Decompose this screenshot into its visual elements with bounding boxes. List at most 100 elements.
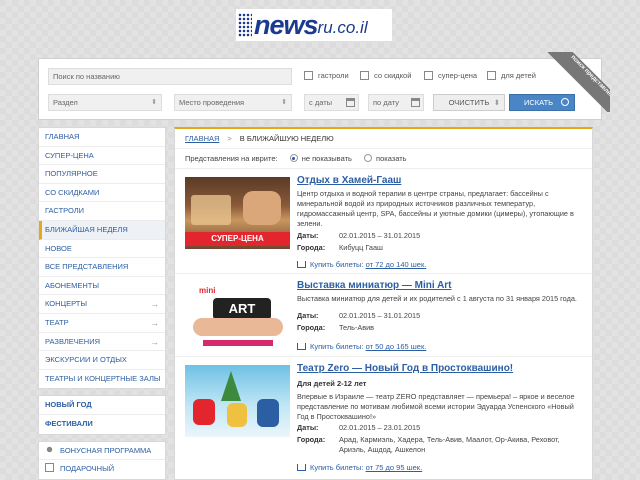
buy-tickets-link[interactable]: Купить билеты: от 50 до 165 шек. [297,342,426,351]
dates-label: Даты: [297,423,319,432]
search-name-placeholder: Поиск по названию [53,72,120,81]
main-content: ГЛАВНАЯ > В БЛИЖАЙШУЮ НЕДЕЛЮ Представления… [174,127,593,480]
sidebar-item-nearest-week[interactable]: Ближайшая неделя [39,220,165,240]
radio-unselected-icon[interactable] [364,154,373,162]
event-dates-row: Даты: 02.01.2015 – 23.01.2015 [297,423,587,433]
sidebar-item-excursions[interactable]: Экскурсии и отдых [39,351,165,370]
sidebar: Главная Супер-цена Популярное Со скидкам… [38,127,166,480]
breadcrumb-separator-icon: > [227,134,232,143]
checkbox-label: со скидкой [374,71,412,80]
sidebar-item-new[interactable]: Новое [39,240,165,259]
dates-label: Даты: [297,311,319,320]
corner-ribbon-text: поиск представлений [545,52,610,112]
city-label: Города: [297,435,326,444]
sidebar-nav-main: Главная Супер-цена Популярное Со скидкам… [38,127,166,390]
sidebar-item-label: Бонусная программа [60,445,152,455]
section-select[interactable]: Раздел ⬍ [48,94,162,111]
hebrew-option-show[interactable]: показать [364,154,407,163]
superprice-badge: СУПЕР-ЦЕНА [185,232,290,246]
thumb-mini-label: mini [199,286,216,295]
sidebar-item-new-year[interactable]: Новый год [39,396,165,415]
sidebar-item-festivals[interactable]: Фестивали [39,415,165,434]
thumb-art-label: ART [213,298,271,320]
thumb-hand-shape [193,318,283,336]
venue-select-label: Место проведения [179,98,245,107]
badge-label: СУПЕР-ЦЕНА [211,234,264,243]
event-thumbnail-prostokvashino[interactable] [185,365,290,437]
checkbox-box[interactable] [304,71,313,80]
sidebar-nav-special: Новый год Фестивали [38,395,166,435]
sidebar-item-label: Главная [45,132,80,141]
buy-label: Купить билеты: [310,260,364,269]
sidebar-item-label: Новое [45,243,72,253]
venue-select[interactable]: Место проведения ⬍ [174,94,292,111]
thumb-character-shape [193,399,215,425]
sidebar-item-superprice[interactable]: Супер-цена [39,147,165,166]
sidebar-item-popular[interactable]: Популярное [39,165,165,184]
buy-tickets-link[interactable]: Купить билеты: от 75 до 95 шек. [297,463,422,472]
clear-button[interactable]: ОЧИСТИТЬ ⬍ [433,94,505,111]
date-from-input[interactable]: с даты [304,94,359,111]
radio-label: не показывать [301,154,352,163]
sidebar-item-label: Все представления [45,262,129,272]
cart-icon [297,464,306,471]
logo-text: news [254,9,319,40]
sidebar-item-label: Подарочный сертификат [60,464,115,474]
buy-tickets-link[interactable]: Купить билеты: от 72 до 140 шек. [297,260,426,269]
price-range[interactable]: от 50 до 165 шек. [366,342,427,351]
event-title-link[interactable]: Театр Zero — Новый Год в Простоквашино! [297,363,513,374]
calendar-icon[interactable] [411,98,420,107]
sidebar-item-home[interactable]: Главная [39,128,165,147]
event-city: Тель-Авив [339,323,375,332]
event-dates-row: Даты: 02.01.2015 – 31.01.2015 [297,231,587,241]
sidebar-item-label: Фестивали [45,418,93,428]
sidebar-item-tours[interactable]: Гастроли [39,202,165,221]
dates-label: Даты: [297,231,319,240]
breadcrumb-current: В БЛИЖАЙШУЮ НЕДЕЛЮ [239,134,334,143]
event-subtitle: Для детей 2-12 лет [297,379,367,388]
search-corner-ribbon: поиск представлений [520,52,610,112]
site-logo[interactable]: news ru.co.il [236,9,392,41]
arrow-right-icon: → [150,299,159,310]
checkbox-tours[interactable]: гастроли [304,71,349,80]
event-title-link[interactable]: Выставка миниатюр — Mini Art [297,280,452,291]
cart-icon [297,261,306,268]
calendar-icon[interactable] [346,98,355,107]
search-panel: Поиск по названию гастроли со скидкой су… [38,58,602,120]
event-dates: 02.01.2015 – 31.01.2015 [339,231,421,240]
sidebar-item-all-shows[interactable]: Все представления [39,258,165,277]
thumb-character-shape [227,403,247,427]
sidebar-item-label: Концерты [45,299,87,309]
buy-label: Купить билеты: [310,342,364,351]
event-description: Центр отдыха и водной терапии в центре с… [297,189,574,228]
sidebar-item-theatre[interactable]: Театр → [39,314,165,333]
sidebar-item-bonus[interactable]: Бонусная программа [39,442,165,461]
event-title-link[interactable]: Отдых в Хамей-Гааш [297,175,401,186]
sidebar-item-discounts[interactable]: Со скидками [39,184,165,203]
checkbox-superprice[interactable]: супер-цена [424,71,477,80]
hebrew-filter-label: Представления на иврите: [185,154,278,163]
hebrew-option-hide[interactable]: не показывать [289,154,352,163]
price-range[interactable]: от 72 до 140 шек. [366,260,427,269]
sidebar-item-concerts[interactable]: Концерты → [39,295,165,314]
date-to-input[interactable]: по дату [368,94,424,111]
radio-selected-icon[interactable] [289,154,298,162]
checkbox-discount[interactable]: со скидкой [360,71,411,80]
sidebar-item-subscriptions[interactable]: Абонементы [39,277,165,296]
sidebar-item-label: Ближайшая неделя [45,224,128,234]
sidebar-nav-bonus: Бонусная программа Подарочный сертификат [38,440,166,480]
event-city-row: Города: Кибуцц Гааш [297,243,587,253]
sidebar-item-venues[interactable]: Театры и концертные залы [39,370,165,389]
breadcrumb: ГЛАВНАЯ > В БЛИЖАЙШУЮ НЕДЕЛЮ [175,129,592,149]
breadcrumb-home-link[interactable]: ГЛАВНАЯ [185,134,219,143]
event-card: СУПЕР-ЦЕНА Отдых в Хамей-Гааш Центр отды… [175,169,592,274]
checkbox-box[interactable] [424,71,433,80]
checkbox-box[interactable] [487,71,496,80]
thumb-strip-shape [203,340,273,346]
event-thumbnail-miniart[interactable]: mini ART [185,282,290,354]
checkbox-box[interactable] [360,71,369,80]
sidebar-item-gift-certificate[interactable]: Подарочный сертификат [39,460,165,479]
search-name-input[interactable]: Поиск по названию [48,68,292,85]
sidebar-item-entertainment[interactable]: Развлечения → [39,333,165,352]
price-range[interactable]: от 75 до 95 шек. [366,463,423,472]
